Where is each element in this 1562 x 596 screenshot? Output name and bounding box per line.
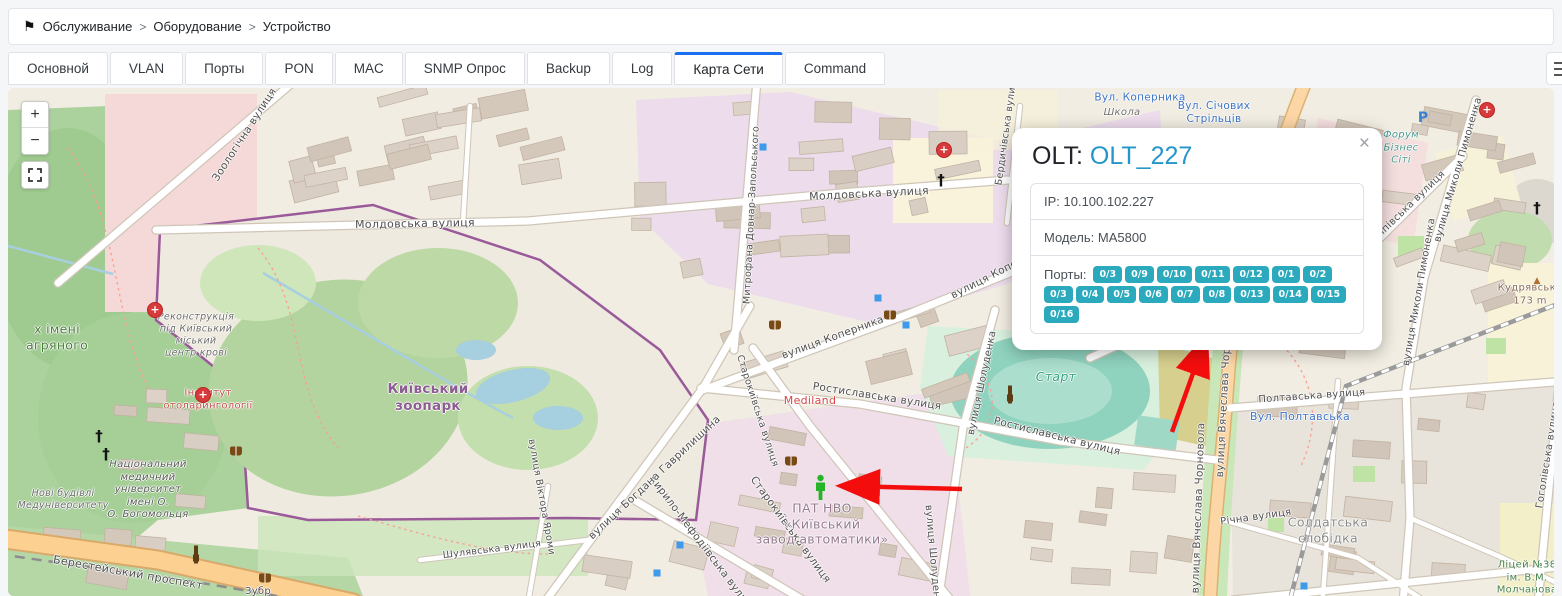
tab-pon[interactable]: PON	[265, 52, 332, 85]
port-badge[interactable]: 0/11	[1195, 266, 1230, 283]
port-badge[interactable]: 0/15	[1311, 286, 1346, 303]
port-badge[interactable]: 0/3	[1044, 286, 1073, 303]
breadcrumb-item[interactable]: Устройство	[263, 19, 331, 34]
tab-карта-сети[interactable]: Карта Сети	[674, 52, 782, 85]
device-ports-row: Порты: 0/30/90/100/110/120/10/20/30/40/5…	[1031, 255, 1363, 333]
device-ip: IP: 10.100.102.227	[1044, 194, 1154, 209]
port-badge[interactable]: 0/8	[1203, 286, 1232, 303]
menu-icon	[1554, 62, 1562, 64]
port-badge[interactable]: 0/3	[1093, 266, 1122, 283]
port-badge[interactable]: 0/5	[1107, 286, 1136, 303]
fullscreen-button[interactable]	[21, 161, 49, 189]
device-ip-row: IP: 10.100.102.227	[1031, 184, 1363, 219]
device-info-list: IP: 10.100.102.227 Модель: MA5800 Порты:…	[1030, 183, 1364, 334]
ports-label: Порты:	[1044, 267, 1086, 282]
popup-title-prefix: OLT:	[1032, 142, 1083, 170]
onu-person-marker[interactable]	[813, 474, 828, 506]
tab-snmp-опрос[interactable]: SNMP Опрос	[405, 52, 525, 85]
device-name-link[interactable]: OLT_227	[1090, 142, 1192, 170]
device-model: Модель: MA5800	[1044, 230, 1146, 245]
tab-backup[interactable]: Backup	[527, 52, 610, 85]
annotation-arrow	[844, 486, 962, 489]
breadcrumb-item[interactable]: Обслуживание	[43, 19, 133, 34]
menu-button[interactable]	[1546, 52, 1562, 85]
port-badge[interactable]: 0/2	[1303, 266, 1332, 283]
breadcrumb-separator: >	[249, 20, 256, 34]
tab-mac[interactable]: MAC	[335, 52, 403, 85]
port-badge[interactable]: 0/13	[1234, 286, 1269, 303]
port-badge[interactable]: 0/16	[1044, 306, 1079, 323]
zoom-out-button[interactable]: −	[22, 128, 48, 154]
port-badge[interactable]: 0/12	[1233, 266, 1268, 283]
tab-log[interactable]: Log	[612, 52, 673, 85]
fullscreen-icon	[28, 168, 42, 182]
port-badge[interactable]: 0/14	[1273, 286, 1308, 303]
port-badge[interactable]: 0/4	[1076, 286, 1105, 303]
device-model-row: Модель: MA5800	[1031, 219, 1363, 255]
network-map[interactable]: Молдовська вулицяМолдовська вулицяЗоолог…	[8, 88, 1554, 596]
tab-bar: ОсновнойVLANПортыPONMACSNMP ОпросBackupL…	[8, 52, 1522, 85]
breadcrumb-separator: >	[139, 20, 146, 34]
tab-vlan[interactable]: VLAN	[110, 52, 183, 85]
person-icon	[813, 474, 828, 501]
port-badge[interactable]: 0/7	[1171, 286, 1200, 303]
breadcrumb-items: Обслуживание > Оборудование > Устройство	[43, 19, 331, 34]
port-badge[interactable]: 0/9	[1125, 266, 1154, 283]
breadcrumb: ⚑ Обслуживание > Оборудование > Устройство	[8, 8, 1554, 45]
port-badge[interactable]: 0/6	[1139, 286, 1168, 303]
tab-порты[interactable]: Порты	[185, 52, 263, 85]
tab-command[interactable]: Command	[785, 52, 885, 85]
tab-основной[interactable]: Основной	[8, 52, 108, 85]
zoom-in-button[interactable]: +	[22, 102, 48, 128]
port-badge[interactable]: 0/10	[1157, 266, 1192, 283]
zoom-control: + −	[21, 101, 49, 155]
popup-title: OLT: OLT_227	[1032, 142, 1364, 171]
close-icon[interactable]: ×	[1359, 134, 1370, 153]
flag-icon: ⚑	[23, 18, 36, 35]
breadcrumb-item[interactable]: Оборудование	[153, 19, 241, 34]
port-badge[interactable]: 0/1	[1272, 266, 1301, 283]
olt-popup: × OLT: OLT_227 IP: 10.100.102.227 Модель…	[1012, 128, 1382, 350]
